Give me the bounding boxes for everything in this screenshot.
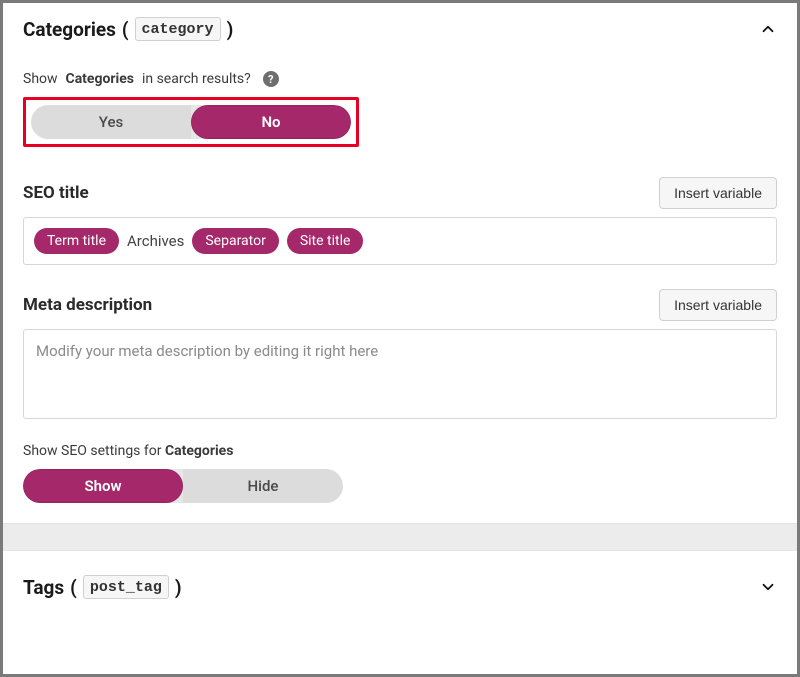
tags-panel-header[interactable]: Tags ( post_tag ) [3,551,797,623]
meta-description-input[interactable]: Modify your meta description by editing … [23,329,777,419]
categories-panel-header[interactable]: Categories ( category ) [3,3,797,71]
seo-settings-show[interactable]: Show [23,469,183,503]
question-post-text: in search results? [142,71,251,87]
seo-settings-pre-text: Show SEO settings for [23,443,161,459]
seo-settings-label: Show SEO settings for Categories [23,443,777,459]
categories-panel-body: Show Categories in search results? ? Yes… [3,71,797,523]
panel-separator [3,523,797,551]
tags-slug-code: post_tag [83,575,169,599]
seo-settings-bold-text: Categories [165,443,233,459]
seo-title-token-archives: Archives [127,232,184,250]
search-results-no[interactable]: No [191,105,351,139]
categories-title-text: Categories [23,18,116,41]
seo-title-head: SEO title Insert variable [23,177,777,209]
meta-description-label: Meta description [23,295,152,315]
seo-title-token-term-title[interactable]: Term title [34,228,119,254]
seo-title-token-separator[interactable]: Separator [192,228,278,254]
help-icon[interactable]: ? [263,71,279,87]
seo-title-token-site-title[interactable]: Site title [287,228,364,254]
chevron-up-icon [759,20,777,38]
tags-title-text: Tags [23,576,64,599]
question-pre-text: Show [23,71,58,87]
search-results-question: Show Categories in search results? ? [23,71,777,87]
search-results-toggle-callout: Yes No [23,97,359,147]
categories-slug-code: category [135,17,221,41]
seo-title-label: SEO title [23,183,89,203]
search-results-yes[interactable]: Yes [31,105,191,139]
meta-description-head: Meta description Insert variable [23,289,777,321]
search-results-toggle: Yes No [31,105,351,139]
seo-title-insert-variable-button[interactable]: Insert variable [659,177,777,209]
seo-title-input[interactable]: Term title Archives Separator Site title [23,217,777,265]
meta-description-insert-variable-button[interactable]: Insert variable [659,289,777,321]
seo-settings-hide[interactable]: Hide [183,469,343,503]
chevron-down-icon [759,578,777,596]
question-bold-text: Categories [66,71,134,87]
seo-settings-toggle: Show Hide [23,469,343,503]
